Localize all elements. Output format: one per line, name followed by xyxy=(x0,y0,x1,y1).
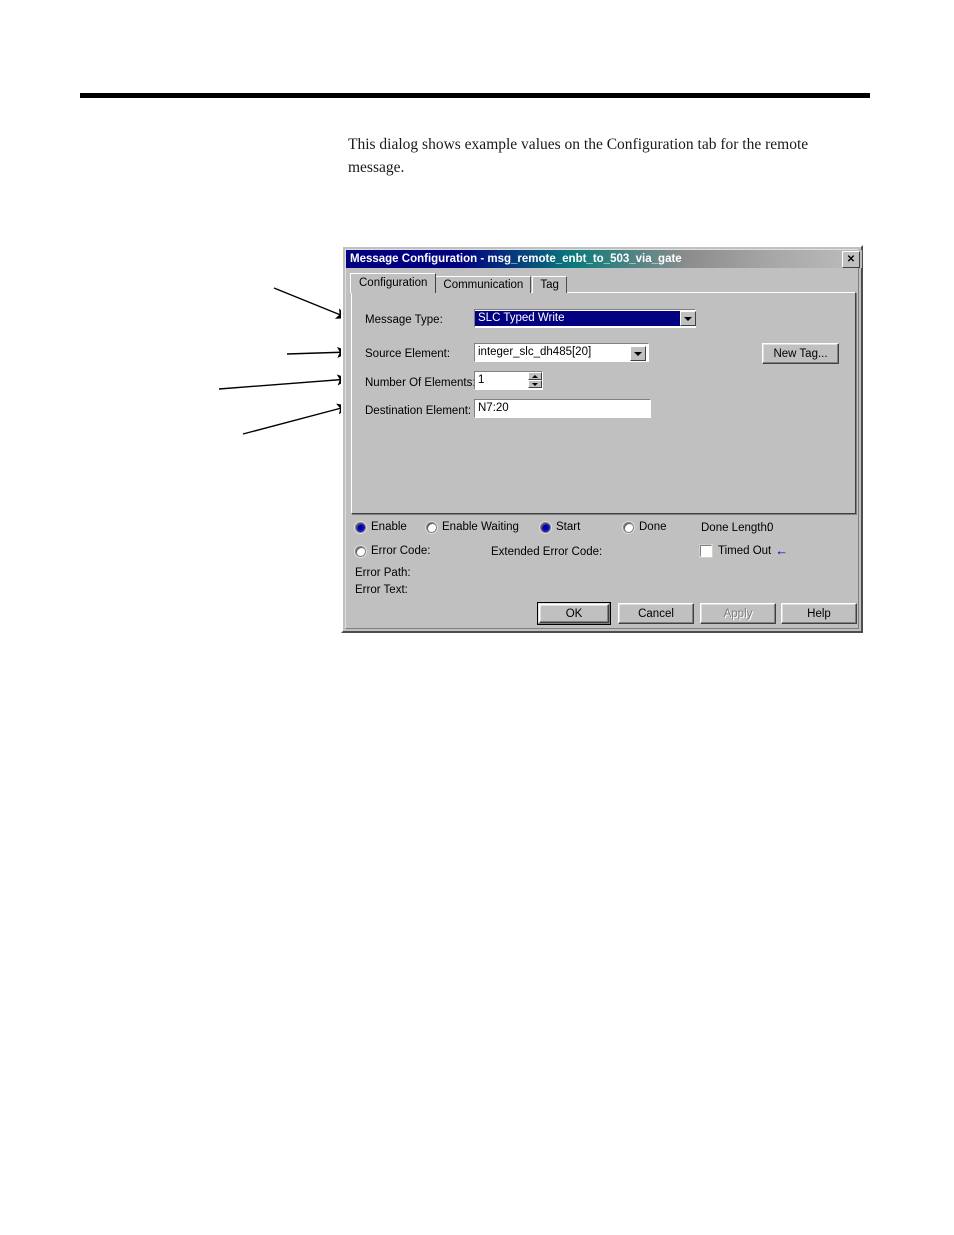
stepper-down-icon[interactable] xyxy=(528,380,542,388)
radio-indicator xyxy=(426,521,437,533)
radio-indicator xyxy=(540,521,551,533)
source-element-value: integer_slc_dh485[20] xyxy=(478,346,592,358)
tab-communication-label: Communication xyxy=(443,279,524,291)
new-tag-button-label: New Tag... xyxy=(773,347,828,360)
number-of-elements-stepper[interactable] xyxy=(528,372,542,389)
status-radio-enable-waiting-label: Enable Waiting xyxy=(442,521,519,533)
done-length-value: 0 xyxy=(767,522,774,534)
done-length-label: Done Length: xyxy=(701,522,771,534)
ok-button-label: OK xyxy=(539,604,609,623)
number-of-elements-value: 1 xyxy=(478,374,485,386)
callout-arrow-number-of-elements xyxy=(218,374,350,390)
callout-arrow-destination-element xyxy=(242,403,350,435)
status-radio-enable-waiting[interactable]: Enable Waiting xyxy=(426,521,519,533)
tab-communication[interactable]: Communication xyxy=(435,276,532,293)
message-type-value: SLC Typed Write xyxy=(475,311,695,326)
status-radio-error-code[interactable]: Error Code: xyxy=(355,545,430,557)
timed-out-checkbox[interactable]: Timed Out ← xyxy=(699,543,789,558)
destination-element-value: N7:20 xyxy=(478,402,509,414)
status-radio-done[interactable]: Done xyxy=(623,521,667,533)
dialog-title: Message Configuration - msg_remote_enbt_… xyxy=(350,253,682,265)
destination-element-label: Destination Element: xyxy=(365,405,472,417)
stepper-up-icon[interactable] xyxy=(528,372,542,380)
destination-element-input[interactable]: N7:20 xyxy=(474,399,651,418)
cancel-button-label: Cancel xyxy=(638,607,674,620)
radio-indicator xyxy=(623,521,634,533)
help-button-label: Help xyxy=(807,607,831,620)
new-tag-button[interactable]: New Tag... xyxy=(762,343,839,364)
error-text-label: Error Text: xyxy=(355,584,408,596)
tab-tag[interactable]: Tag xyxy=(532,276,567,293)
error-path-label: Error Path: xyxy=(355,567,411,579)
tab-configuration-label: Configuration xyxy=(359,276,428,289)
timed-out-label: Timed Out xyxy=(718,544,772,557)
apply-button: Apply xyxy=(700,603,776,624)
page-header-rule xyxy=(80,93,870,98)
message-type-label: Message Type: xyxy=(365,314,443,326)
status-radio-enable-label: Enable xyxy=(371,521,407,533)
cancel-button[interactable]: Cancel xyxy=(618,603,694,624)
tab-configuration[interactable]: Configuration xyxy=(350,273,437,293)
tab-strip: Configuration Communication Tag xyxy=(350,273,568,293)
radio-indicator xyxy=(355,545,366,557)
dialog-titlebar[interactable]: Message Configuration - msg_remote_enbt_… xyxy=(346,250,862,268)
body-paragraph: This dialog shows example values on the … xyxy=(348,136,809,176)
callout-arrow-source-element xyxy=(286,346,350,358)
source-element-dropdown-icon[interactable] xyxy=(630,346,646,361)
message-type-combo[interactable]: SLC Typed Write xyxy=(474,309,696,328)
source-element-label: Source Element: xyxy=(365,348,451,360)
callout-arrow-message-type xyxy=(273,287,349,319)
ok-button[interactable]: OK xyxy=(537,602,611,625)
radio-indicator xyxy=(355,521,366,533)
status-radio-start[interactable]: Start xyxy=(540,521,580,533)
message-configuration-dialog: Message Configuration - msg_remote_enbt_… xyxy=(341,245,863,633)
extended-error-code-label: Extended Error Code: xyxy=(491,546,603,558)
status-radio-error-code-label: Error Code: xyxy=(371,545,431,557)
checkbox-indicator xyxy=(699,543,713,558)
tab-tag-label: Tag xyxy=(540,279,559,291)
source-element-combo[interactable]: integer_slc_dh485[20] xyxy=(474,343,649,362)
timed-out-marker-icon: ← xyxy=(775,543,789,558)
apply-button-label: Apply xyxy=(723,607,753,620)
number-of-elements-label: Number Of Elements: xyxy=(365,377,476,389)
close-icon[interactable]: ✕ xyxy=(842,251,860,268)
message-type-dropdown-icon[interactable] xyxy=(680,311,696,326)
status-radio-start-label: Start xyxy=(556,521,581,533)
status-radio-done-label: Done xyxy=(639,521,667,533)
help-button[interactable]: Help xyxy=(781,603,857,624)
status-radio-enable[interactable]: Enable xyxy=(355,521,407,533)
